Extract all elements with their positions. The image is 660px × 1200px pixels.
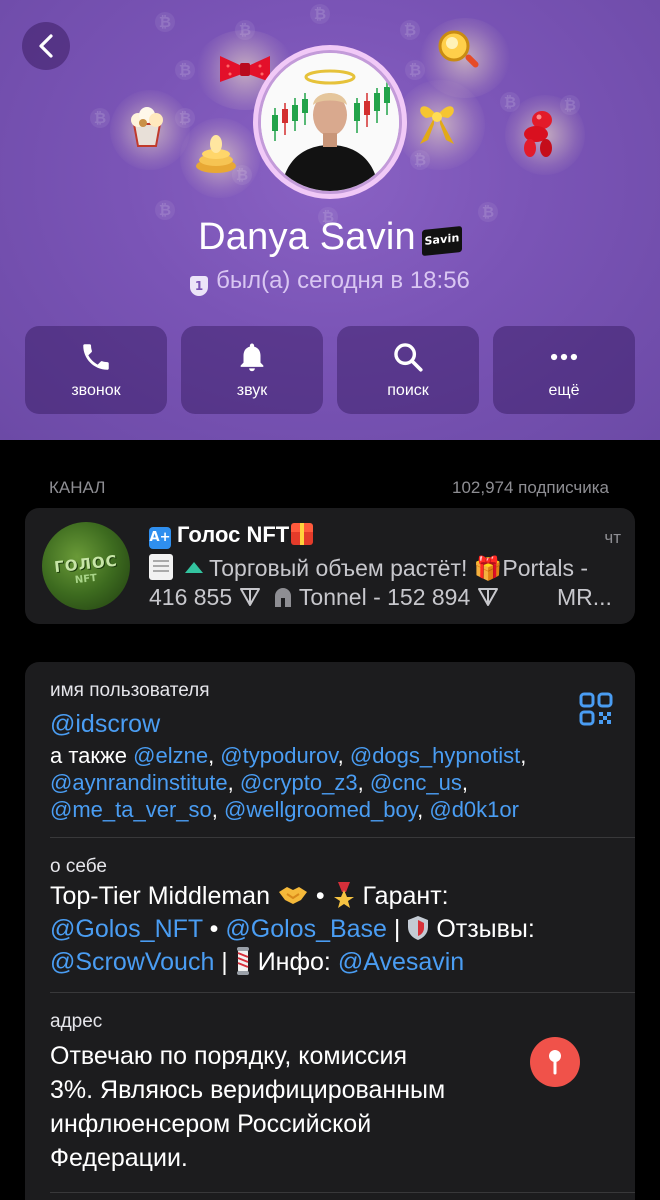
alias-link[interactable]: @wellgroomed_boy <box>224 797 417 822</box>
alias-link[interactable]: @me_ta_ver_so <box>50 797 212 822</box>
bio-link[interactable]: @Golos_NFT <box>50 915 203 943</box>
coins-gift-icon <box>196 135 236 173</box>
shield-icon: 1 <box>190 276 209 296</box>
channel-avatar: ГОЛОС NFT <box>42 522 130 610</box>
alias-link[interactable]: @typodurov <box>220 743 337 768</box>
phone-icon <box>83 344 109 370</box>
status-text: был(а) сегодня в 18:56 <box>216 267 470 294</box>
channel-preview-text1: Торговый объем растёт! 🎁Portals - <box>209 555 589 581</box>
ton-icon <box>239 588 260 606</box>
map-pin-button[interactable] <box>530 1037 580 1087</box>
profile-name: Danya Savin Savin <box>0 216 660 259</box>
back-button[interactable] <box>22 22 70 70</box>
channel-preview-tonnel: Tonnel - 152 894 <box>298 584 471 610</box>
channel-title-text: Голос NFT <box>177 522 290 547</box>
popcorn-gift-icon <box>131 107 163 147</box>
more-label: ещё <box>548 382 580 399</box>
bitcoin-icon: ₿ <box>90 108 110 128</box>
alias-link[interactable]: @aynrandinstitute <box>50 770 228 795</box>
chevron-left-icon <box>39 34 53 58</box>
channel-section-label: КАНАЛ <box>49 478 106 497</box>
qr-code-icon <box>579 692 613 726</box>
channel-last-post-day: чт <box>604 528 621 547</box>
action-bar: звонок звук поиск ещё <box>25 326 635 414</box>
profile-header: ₿ ₿ ₿ ₿ ₿ ₿ ₿ ₿ ₿ ₿ ₿ ₿ ₿ ₿ ₿ <box>0 0 660 440</box>
document-icon <box>149 554 173 580</box>
channel-section-header: КАНАЛ 102,974 подписчика <box>49 478 609 498</box>
name-badge-icon: Savin <box>421 225 462 257</box>
more-icon <box>550 353 578 361</box>
more-button[interactable]: ещё <box>493 326 635 414</box>
call-label: звонок <box>71 382 121 399</box>
bio-block: о себе Top-Tier Middleman • Гарант: @Gol… <box>50 856 615 979</box>
medal-icon <box>333 882 354 908</box>
avatar-photo <box>261 53 399 191</box>
divider <box>50 1192 635 1193</box>
bell-icon <box>240 343 264 372</box>
username-label: имя пользователя <box>50 680 210 701</box>
info-card: имя пользователя @idscrow а также @elzne… <box>25 662 635 1200</box>
profile-name-text: Danya Savin <box>198 216 416 258</box>
handshake-icon <box>278 887 307 904</box>
alias-link[interactable]: @elzne <box>133 743 208 768</box>
bio-text-part: Top-Tier Middleman <box>50 882 270 910</box>
bio-link[interactable]: @ScrowVouch <box>50 948 214 976</box>
username-aliases: а также @elzne, @typodurov, @dogs_hypnot… <box>50 743 527 822</box>
sound-label: звук <box>236 382 268 399</box>
channel-preview-value: 416 855 <box>149 584 233 610</box>
barber-pole-icon <box>236 947 249 975</box>
bitcoin-icon: ₿ <box>155 12 175 32</box>
channel-preview-line2: 416 855 Tonnel - 152 894 MR... <box>149 584 612 611</box>
shield-emoji-icon <box>408 916 429 940</box>
avatar[interactable] <box>253 45 407 199</box>
bio-text: Top-Tier Middleman • Гарант: @Golos_NFT … <box>50 882 535 976</box>
channel-title: A+ Голос NFT <box>149 522 314 549</box>
search-button[interactable]: поиск <box>337 326 479 414</box>
bitcoin-icon: ₿ <box>310 4 330 24</box>
bitcoin-icon: ₿ <box>400 20 420 40</box>
bio-label: о себе <box>50 856 107 877</box>
address-label: адрес <box>50 1011 103 1032</box>
subscriber-count: 102,974 подписчика <box>451 478 609 497</box>
address-line: Федерации. <box>50 1144 188 1172</box>
bio-text-part: Гарант: <box>362 882 449 910</box>
call-button[interactable]: звонок <box>25 326 167 414</box>
divider <box>50 837 635 838</box>
address-block: адрес Отвечаю по порядку, комиссия 3%. Я… <box>50 1011 615 1175</box>
avatar-image <box>258 50 402 194</box>
username-link[interactable]: @idscrow <box>50 710 615 739</box>
tunnel-icon <box>274 588 291 607</box>
alias-link[interactable]: @d0k1or <box>429 797 519 822</box>
search-icon <box>394 343 423 372</box>
rating-badge-icon: A+ <box>149 527 171 549</box>
divider <box>50 992 635 993</box>
alias-link[interactable]: @crypto_z3 <box>240 770 358 795</box>
channel-preview-more: MR... <box>557 584 612 610</box>
address-line: инфлюенсером Российской <box>50 1110 372 1138</box>
balloon-dog-gift-icon <box>524 111 552 157</box>
qr-code-button[interactable] <box>579 692 613 726</box>
magnifier-gift-icon <box>438 30 479 68</box>
ton-icon <box>477 588 498 606</box>
aliases-prefix: а также <box>50 743 127 768</box>
bio-link[interactable]: @Golos_Base <box>225 915 387 943</box>
bio-text-part: Инфо: <box>257 948 331 976</box>
alias-link[interactable]: @cnc_us <box>370 770 462 795</box>
channel-card[interactable]: ГОЛОС NFT A+ Голос NFT чт Торговый объем … <box>25 508 635 624</box>
search-label: поиск <box>387 382 429 399</box>
map-pin-icon <box>549 1050 561 1075</box>
bio-text-part: Отзывы: <box>436 915 535 943</box>
arrow-up-icon <box>185 562 203 573</box>
sound-button[interactable]: звук <box>181 326 323 414</box>
channel-preview-line1: Торговый объем растёт! 🎁Portals - <box>149 554 588 582</box>
bio-link[interactable]: @Avesavin <box>338 948 464 976</box>
alias-link[interactable]: @dogs_hypnotist <box>350 743 520 768</box>
gift-icon <box>291 523 314 545</box>
username-block: имя пользователя @idscrow а также @elzne… <box>50 680 615 823</box>
address-line: 3%. Являюсь верифицированным <box>50 1076 446 1104</box>
address-line: Отвечаю по порядку, комиссия <box>50 1042 408 1070</box>
last-seen-status: 1 был(а) сегодня в 18:56 <box>0 267 660 296</box>
bitcoin-icon: ₿ <box>175 60 195 80</box>
ribbon-gift-icon <box>420 106 454 144</box>
